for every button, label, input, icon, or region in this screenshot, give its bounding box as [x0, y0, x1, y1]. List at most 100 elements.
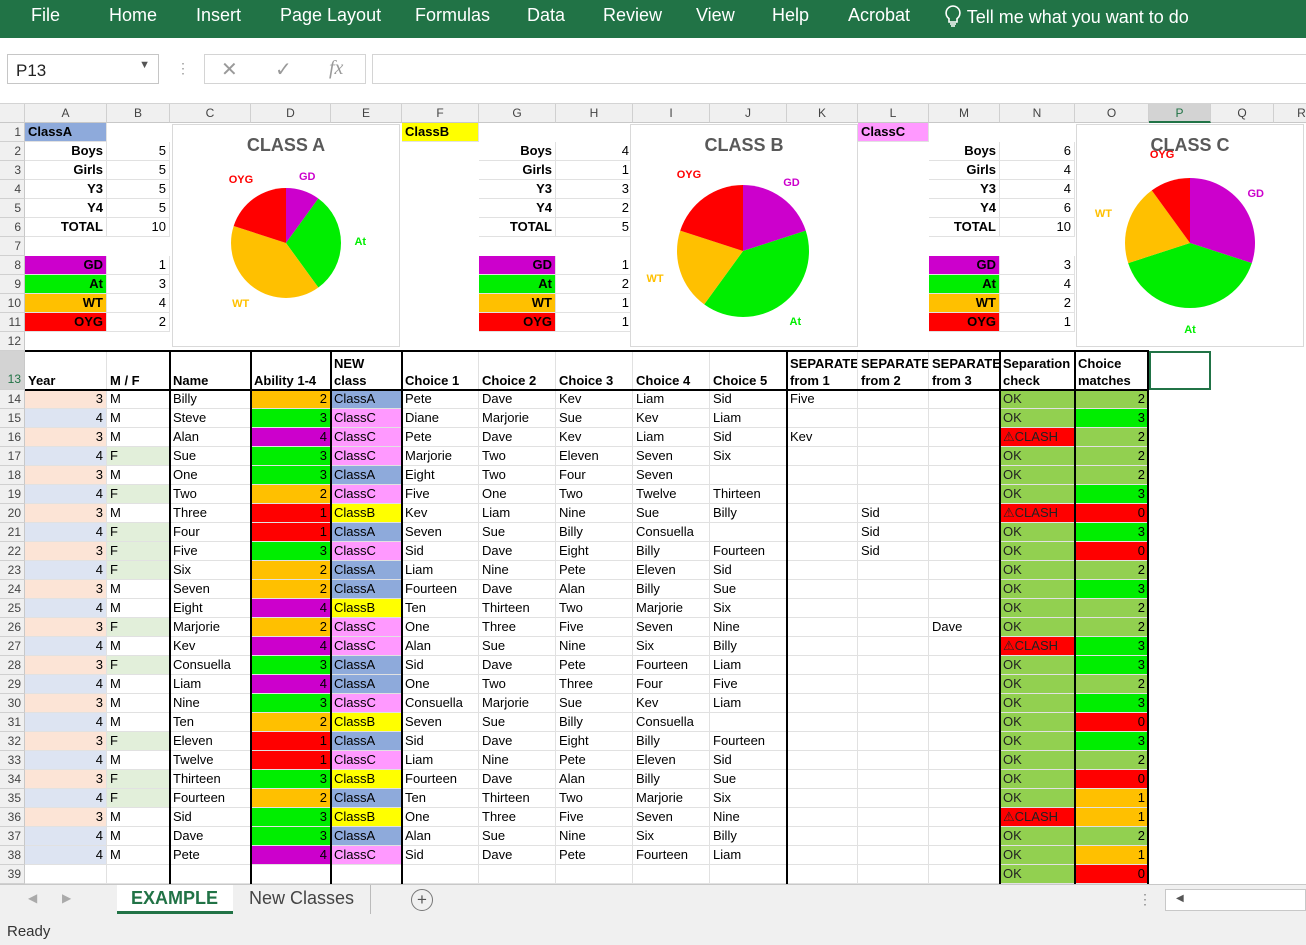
choice-cell[interactable]: Three [556, 675, 633, 694]
choice-cell[interactable]: Marjorie [633, 789, 710, 808]
row-header-30[interactable]: 30 [0, 694, 25, 713]
ability-label[interactable]: At [929, 275, 1000, 294]
name-cell[interactable]: Sid [170, 808, 251, 827]
choice-cell[interactable]: Consuella [402, 694, 479, 713]
ability-cell[interactable] [251, 865, 331, 884]
separate-cell[interactable] [787, 694, 858, 713]
year-cell[interactable]: 4 [25, 751, 107, 770]
separate-cell[interactable]: Sid [858, 542, 929, 561]
column-header-L[interactable]: L [858, 104, 929, 123]
ability-value[interactable]: 4 [107, 294, 170, 313]
separation-check-cell[interactable]: OK [1000, 542, 1075, 561]
separation-check-cell[interactable]: OK [1000, 694, 1075, 713]
gender-cell[interactable]: M [107, 808, 170, 827]
separate-cell[interactable] [929, 523, 1000, 542]
choice-cell[interactable]: Six [633, 827, 710, 846]
stat-value[interactable]: 4 [556, 142, 633, 161]
choice-cell[interactable]: Billy [556, 523, 633, 542]
stat-value[interactable]: 6 [1000, 142, 1075, 161]
stat-label[interactable]: Boys [479, 142, 556, 161]
separate-cell[interactable]: Sid [858, 523, 929, 542]
row-header-33[interactable]: 33 [0, 751, 25, 770]
select-all-corner[interactable] [0, 104, 25, 123]
menu-view[interactable]: View [696, 5, 735, 26]
ability-label[interactable]: WT [929, 294, 1000, 313]
class-label[interactable]: ClassA [25, 123, 107, 142]
choice-matches-cell[interactable]: 2 [1075, 751, 1149, 770]
choice-cell[interactable]: Billy [633, 580, 710, 599]
choice-cell[interactable]: Two [556, 485, 633, 504]
choice-cell[interactable]: Five [402, 485, 479, 504]
choice-cell[interactable]: Nine [710, 618, 787, 637]
choice-cell[interactable]: Sid [402, 542, 479, 561]
gender-cell[interactable]: M [107, 694, 170, 713]
row-header-14[interactable]: 14 [0, 390, 25, 409]
chevron-down-icon[interactable]: ▼ [139, 59, 150, 71]
choice-matches-cell[interactable]: 2 [1075, 390, 1149, 409]
row-header-36[interactable]: 36 [0, 808, 25, 827]
gender-cell[interactable]: M [107, 504, 170, 523]
choice-cell[interactable]: Liam [710, 846, 787, 865]
new-class-cell[interactable]: ClassC [331, 846, 402, 865]
separate-cell[interactable] [929, 789, 1000, 808]
separation-check-cell[interactable]: OK [1000, 713, 1075, 732]
separate-cell[interactable] [858, 846, 929, 865]
choice-cell[interactable]: Marjorie [402, 447, 479, 466]
name-cell[interactable]: Six [170, 561, 251, 580]
row-header-20[interactable]: 20 [0, 504, 25, 523]
choice-cell[interactable]: Dave [479, 770, 556, 789]
separate-cell[interactable] [787, 561, 858, 580]
choice-cell[interactable]: Liam [402, 561, 479, 580]
ability-cell[interactable]: 2 [251, 618, 331, 637]
ability-cell[interactable]: 3 [251, 409, 331, 428]
choice-cell[interactable]: Dave [479, 732, 556, 751]
separate-cell[interactable] [858, 561, 929, 580]
choice-cell[interactable]: Billy [710, 504, 787, 523]
separate-cell[interactable] [929, 675, 1000, 694]
more-options-icon[interactable]: ⋮ [1138, 891, 1152, 908]
row-header-5[interactable]: 5 [0, 199, 25, 218]
separation-check-cell[interactable]: OK [1000, 485, 1075, 504]
separation-check-cell[interactable]: OK [1000, 409, 1075, 428]
separation-check-cell[interactable]: OK [1000, 390, 1075, 409]
choice-cell[interactable]: Liam [710, 694, 787, 713]
stat-label[interactable]: Y3 [25, 180, 107, 199]
separate-cell[interactable] [787, 846, 858, 865]
choice-cell[interactable] [633, 865, 710, 884]
choice-cell[interactable]: Nine [479, 561, 556, 580]
choice-matches-cell[interactable]: 0 [1075, 713, 1149, 732]
gender-cell[interactable]: F [107, 523, 170, 542]
gender-cell[interactable]: M [107, 599, 170, 618]
choice-cell[interactable]: Sue [556, 409, 633, 428]
choice-cell[interactable]: Sid [710, 390, 787, 409]
stat-value[interactable]: 1 [556, 161, 633, 180]
choice-cell[interactable]: Fourteen [633, 656, 710, 675]
separate-cell[interactable] [858, 466, 929, 485]
separate-cell[interactable] [929, 390, 1000, 409]
separate-cell[interactable] [929, 428, 1000, 447]
choice-cell[interactable]: Nine [556, 827, 633, 846]
choice-cell[interactable]: Four [633, 675, 710, 694]
choice-cell[interactable]: Two [479, 447, 556, 466]
enter-icon[interactable]: ✓ [275, 57, 292, 82]
stat-label[interactable]: Girls [929, 161, 1000, 180]
pie-chart-2[interactable]: CLASS B GD At WT OYG [630, 124, 858, 347]
ability-cell[interactable]: 3 [251, 770, 331, 789]
choice-cell[interactable]: Ten [402, 789, 479, 808]
separation-check-cell[interactable]: OK [1000, 827, 1075, 846]
year-cell[interactable]: 4 [25, 447, 107, 466]
column-header-J[interactable]: J [710, 104, 787, 123]
stat-label[interactable]: Girls [479, 161, 556, 180]
row-header-9[interactable]: 9 [0, 275, 25, 294]
separate-cell[interactable] [858, 447, 929, 466]
ability-value[interactable]: 4 [1000, 275, 1075, 294]
gender-cell[interactable]: F [107, 561, 170, 580]
separate-cell[interactable] [929, 656, 1000, 675]
separate-cell[interactable]: Dave [929, 618, 1000, 637]
stat-value[interactable]: 5 [107, 180, 170, 199]
choice-matches-cell[interactable]: 2 [1075, 599, 1149, 618]
stat-label[interactable]: Girls [25, 161, 107, 180]
choice-cell[interactable]: Pete [556, 846, 633, 865]
name-cell[interactable] [170, 865, 251, 884]
new-class-cell[interactable]: ClassA [331, 827, 402, 846]
